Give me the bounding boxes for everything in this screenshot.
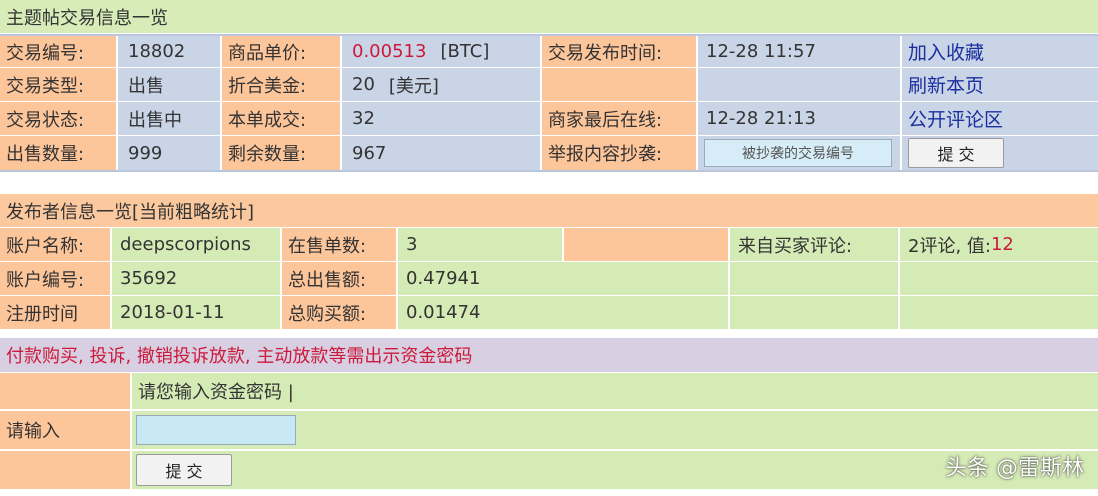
password-input-label: 请输入 bbox=[0, 411, 132, 449]
account-name-label: 账户名称: bbox=[0, 228, 112, 261]
publisher-section-title-text: 发布者信息一览[当前粗略统计] bbox=[6, 201, 255, 223]
remaining-value: 967 bbox=[342, 136, 542, 170]
buyer-comments-value: 2评论, 值: bbox=[908, 235, 991, 257]
buyer-comments-cell: 2评论, 值: 12 bbox=[900, 228, 1098, 261]
publish-time-label: 交易发布时间: bbox=[542, 36, 698, 67]
fund-password-notice-text: 付款购买, 投诉, 撤销投诉放款, 主动放款等需出示资金密码 bbox=[6, 346, 473, 367]
add-favorite-link-text[interactable]: 加入收藏 bbox=[908, 38, 984, 65]
empty-value-cell bbox=[698, 68, 902, 101]
unit-price-value: 0.00513 bbox=[352, 41, 427, 62]
report-input-cell: 被抄袭的交易编号 bbox=[698, 136, 902, 170]
on-sale-value: 3 bbox=[398, 228, 564, 261]
buyer-comments-label: 来自买家评论: bbox=[730, 228, 900, 261]
password-prompt-text: 请您输入资金密码 | bbox=[132, 373, 1098, 409]
password-submit-left bbox=[0, 451, 132, 489]
seller-online-value: 12-28 21:13 bbox=[698, 102, 902, 135]
account-id-label: 账户编号: bbox=[0, 262, 112, 295]
watermark-text: 头条 @雷斯林 bbox=[945, 456, 1084, 481]
usd-value: 20 bbox=[352, 74, 375, 95]
password-prompt-row: 请您输入资金密码 | bbox=[0, 373, 1098, 409]
trade-id-label: 交易编号: bbox=[0, 36, 118, 67]
fund-password-input[interactable] bbox=[136, 415, 296, 445]
usd-unit: [美元] bbox=[388, 75, 439, 97]
seller-online-label: 商家最后在线: bbox=[542, 102, 698, 135]
remaining-label: 剩余数量: bbox=[222, 136, 342, 170]
public-comments-link-text[interactable]: 公开评论区 bbox=[908, 105, 1003, 132]
unit-price-label: 商品单价: bbox=[222, 36, 342, 67]
register-time-value: 2018-01-11 bbox=[112, 296, 282, 329]
trade-row-1: 交易编号: 18802 商品单价: 0.00513 [BTC] 交易发布时间: … bbox=[0, 34, 1098, 67]
usd-label: 折合美金: bbox=[222, 68, 342, 101]
account-name-value: deepscorpions bbox=[112, 228, 282, 261]
trade-row-2: 交易类型: 出售 折合美金: 20 [美元] 刷新本页 bbox=[0, 68, 1098, 101]
unit-price-currency: [BTC] bbox=[440, 41, 490, 62]
report-trade-id-input[interactable]: 被抄袭的交易编号 bbox=[704, 139, 892, 167]
trade-section-title-text: 主题帖交易信息一览 bbox=[6, 7, 168, 29]
publisher-empty-2b bbox=[900, 262, 1098, 295]
password-input-row: 请输入 bbox=[0, 411, 1098, 449]
publisher-row-2: 账户编号: 35692 总出售额: 0.47941 bbox=[0, 262, 1098, 295]
trade-type-label: 交易类型: bbox=[0, 68, 118, 101]
password-input-cell bbox=[132, 411, 1098, 449]
publisher-empty-3a bbox=[730, 296, 900, 329]
empty-label-cell bbox=[542, 68, 698, 101]
trade-status-value: 出售中 bbox=[118, 102, 222, 135]
trade-row-4: 出售数量: 999 剩余数量: 967 举报内容抄袭: 被抄袭的交易编号 提 交 bbox=[0, 136, 1098, 172]
total-sales-value: 0.47941 bbox=[398, 262, 730, 295]
total-purchase-label: 总购买额: bbox=[282, 296, 398, 329]
account-id-value: 35692 bbox=[112, 262, 282, 295]
publisher-row-1: 账户名称: deepscorpions 在售单数: 3 来自买家评论: 2评论,… bbox=[0, 228, 1098, 261]
public-comments-link[interactable]: 公开评论区 bbox=[902, 102, 1098, 135]
report-submit-button[interactable]: 提 交 bbox=[908, 138, 1004, 168]
publisher-section-title: 发布者信息一览[当前粗略统计] bbox=[0, 194, 1098, 227]
report-submit-cell: 提 交 bbox=[902, 136, 1098, 170]
refresh-page-link-text[interactable]: 刷新本页 bbox=[908, 71, 984, 98]
on-sale-label: 在售单数: bbox=[282, 228, 398, 261]
register-time-label: 注册时间 bbox=[0, 296, 112, 329]
password-submit-button[interactable]: 提 交 bbox=[136, 454, 232, 486]
deals-label: 本单成交: bbox=[222, 102, 342, 135]
password-submit-row: 提 交 bbox=[0, 451, 1098, 489]
refresh-page-link[interactable]: 刷新本页 bbox=[902, 68, 1098, 101]
trade-type-value: 出售 bbox=[118, 68, 222, 101]
password-prompt-left bbox=[0, 373, 132, 409]
publisher-row-3: 注册时间 2018-01-11 总购买额: 0.01474 bbox=[0, 296, 1098, 329]
total-sales-label: 总出售额: bbox=[282, 262, 398, 295]
publish-time-value: 12-28 11:57 bbox=[698, 36, 902, 67]
deals-value: 32 bbox=[342, 102, 542, 135]
sell-quantity-label: 出售数量: bbox=[0, 136, 118, 170]
buyer-comments-score: 12 bbox=[990, 234, 1014, 255]
publisher-empty-3b bbox=[900, 296, 1098, 329]
trade-status-label: 交易状态: bbox=[0, 102, 118, 135]
trade-section-title: 主题帖交易信息一览 bbox=[0, 0, 1098, 33]
publisher-empty-2a bbox=[730, 262, 900, 295]
trade-id-value: 18802 bbox=[118, 36, 222, 67]
sell-quantity-value: 999 bbox=[118, 136, 222, 170]
unit-price-cell: 0.00513 [BTC] bbox=[342, 36, 542, 67]
trade-row-3: 交易状态: 出售中 本单成交: 32 商家最后在线: 12-28 21:13 公… bbox=[0, 102, 1098, 135]
report-label: 举报内容抄袭: bbox=[542, 136, 698, 170]
usd-cell: 20 [美元] bbox=[342, 68, 542, 101]
fund-password-notice: 付款购买, 投诉, 撤销投诉放款, 主动放款等需出示资金密码 bbox=[0, 338, 1098, 372]
publisher-empty-orange bbox=[564, 228, 730, 261]
add-favorite-link[interactable]: 加入收藏 bbox=[902, 36, 1098, 67]
total-purchase-value: 0.01474 bbox=[398, 296, 730, 329]
